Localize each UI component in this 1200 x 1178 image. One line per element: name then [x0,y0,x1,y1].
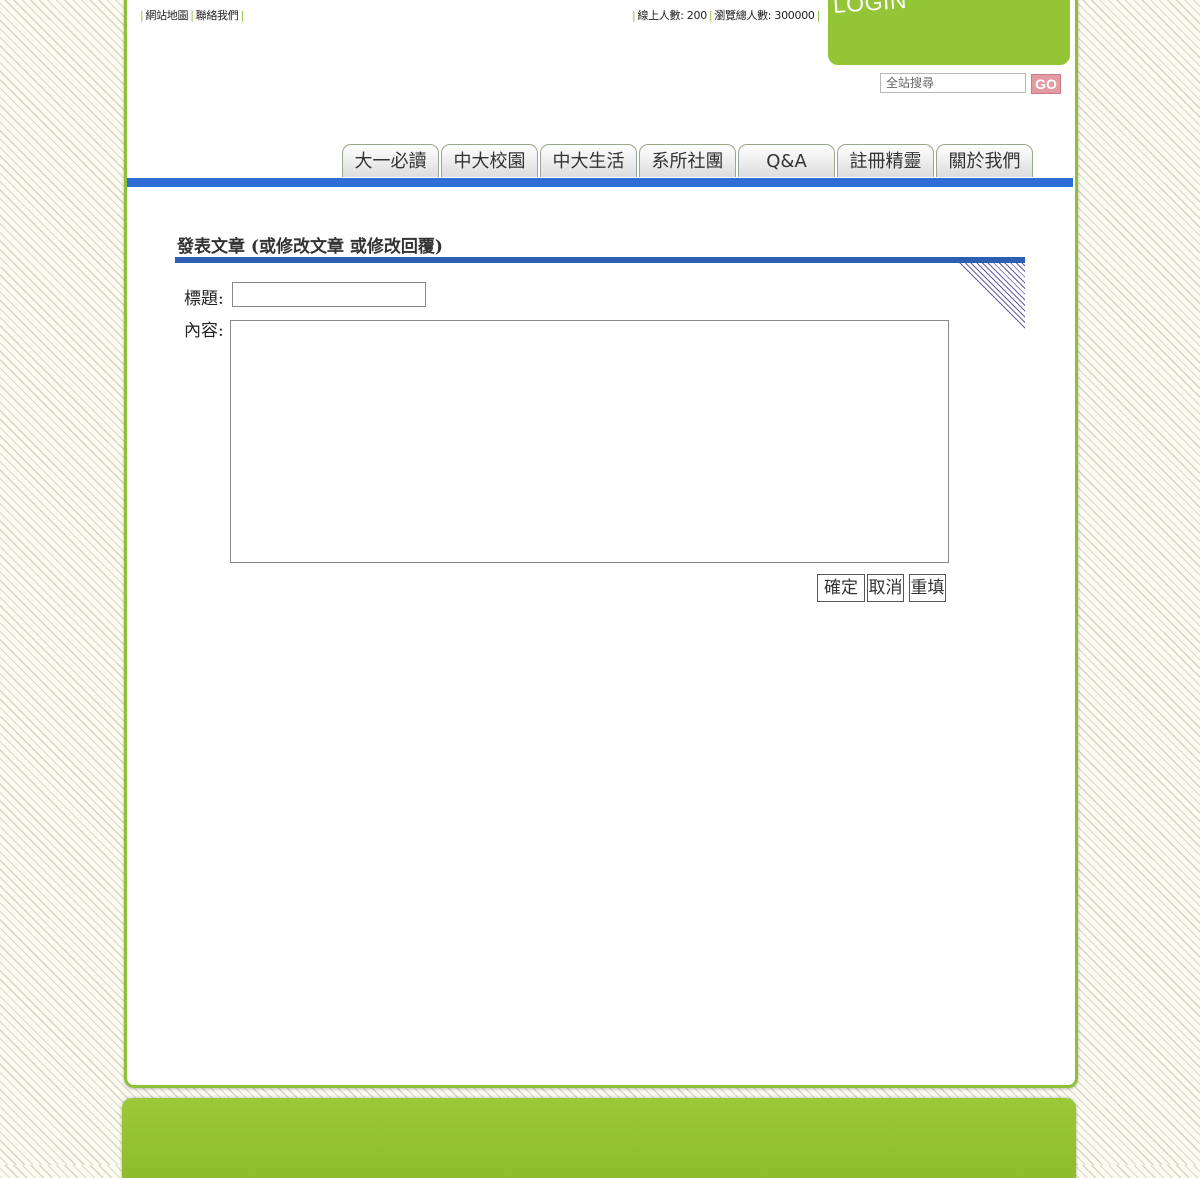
login-label[interactable]: LOGIN [832,0,908,19]
top-links: | 網站地圖 | 聯絡我們 | [138,7,246,23]
reset-button[interactable]: 重填 [909,574,946,602]
go-icon: GO [1035,76,1057,92]
divider: | [632,9,636,22]
contact-link[interactable]: 聯絡我們 [196,9,239,22]
nav-tab-life[interactable]: 中大生活 [540,144,637,177]
nav-tab-freshman[interactable]: 大一必讀 [342,144,439,177]
visitor-stats: | 線上人數: 200 | 瀏覽總人數: 300000 | [630,7,822,23]
divider: | [190,9,194,22]
divider: | [816,9,821,22]
nav-tab-departments-clubs[interactable]: 系所社團 [639,144,736,177]
divider: | [140,9,144,22]
search-input[interactable] [880,73,1026,93]
nav-tab-campus[interactable]: 中大校園 [441,144,538,177]
subject-field[interactable] [232,282,426,307]
total-visitors: 瀏覽總人數: 300000 [714,9,815,22]
main-nav: 大一必讀 中大校園 中大生活 系所社團 Q&A 註冊精靈 關於我們 [342,144,1035,178]
title-divider [175,257,1025,263]
online-count: 線上人數: 200 [637,9,707,22]
content-textarea[interactable] [230,320,949,563]
nav-tab-qa[interactable]: Q&A [738,144,835,177]
cancel-button[interactable]: 取消 [867,574,904,602]
subject-label: 標題: [184,289,224,309]
page-title: 發表文章 (或修改文章 或修改回覆) [177,237,443,257]
content-label: 內容: [184,321,224,341]
sitemap-link[interactable]: 網站地圖 [145,9,188,22]
nav-underline-bar [127,178,1073,187]
search-go-button[interactable]: GO [1031,74,1061,94]
divider: | [708,9,713,22]
nav-tab-about[interactable]: 關於我們 [936,144,1033,177]
divider: | [240,9,244,22]
login-box[interactable]: LOGIN [828,0,1070,65]
nav-tab-registration[interactable]: 註冊精靈 [837,144,934,177]
confirm-button[interactable]: 確定 [817,574,865,602]
footer-bar [122,1098,1076,1178]
